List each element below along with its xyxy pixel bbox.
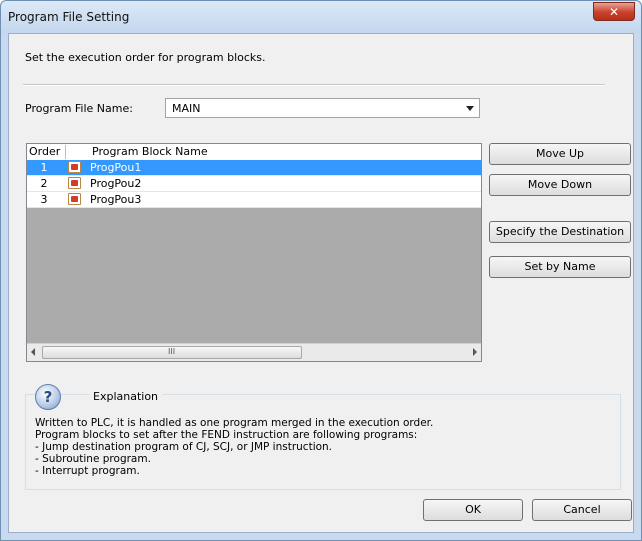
program-block-list[interactable]: Order Program Block Name 1 ProgPou1 2 Pr… [26,143,482,362]
column-header-order[interactable]: Order [29,145,66,159]
program-file-setting-dialog: Program File Setting ✕ Set the execution… [0,0,642,541]
horizontal-scrollbar[interactable]: III [27,343,481,361]
explanation-line: - Subroutine program. [35,453,151,465]
row-order: 3 [40,193,48,206]
row-name: ProgPou3 [90,193,142,206]
list-row-3[interactable]: 3 ProgPou3 [27,192,481,208]
explanation-text: Written to PLC, it is handled as one pro… [35,417,595,477]
list-row-1[interactable]: 1 ProgPou1 [27,160,481,176]
scroll-thumb[interactable]: III [42,346,302,359]
row-name: ProgPou1 [90,161,142,174]
set-by-name-button[interactable]: Set by Name [489,256,631,278]
program-file-name-label: Program File Name: [25,102,133,115]
close-icon: ✕ [608,5,620,19]
row-order: 2 [40,177,48,190]
move-down-button[interactable]: Move Down [489,174,631,196]
program-block-icon [68,177,81,189]
chevron-down-icon [466,106,474,111]
explanation-title: Explanation [89,390,163,403]
window-title: Program File Setting [8,10,130,24]
program-block-icon [68,161,81,173]
program-file-name-select[interactable]: MAIN [165,98,480,118]
scroll-grip: III [168,347,176,356]
row-name: ProgPou2 [90,177,142,190]
cancel-button[interactable]: Cancel [532,499,632,521]
title-bar: Program File Setting ✕ [1,1,641,33]
ok-button[interactable]: OK [423,499,523,521]
row-order: 1 [40,161,48,174]
scroll-left-arrow-icon[interactable] [31,348,35,356]
column-header-program-block-name[interactable]: Program Block Name [92,145,208,158]
description-text: Set the execution order for program bloc… [25,51,266,64]
explanation-panel: ? Explanation Written to PLC, it is hand… [25,384,621,490]
explanation-line: - Jump destination program of CJ, SCJ, o… [35,441,333,453]
list-header: Order Program Block Name [27,144,481,161]
specify-destination-button[interactable]: Specify the Destination [489,221,631,243]
question-icon: ? [35,384,61,410]
dialog-body: Set the execution order for program bloc… [8,33,634,533]
scroll-right-arrow-icon[interactable] [473,348,477,356]
program-file-name-value: MAIN [172,102,201,115]
explanation-line: Program blocks to set after the FEND ins… [35,429,418,441]
list-row-2[interactable]: 2 ProgPou2 [27,176,481,192]
close-button[interactable]: ✕ [593,2,635,21]
move-up-button[interactable]: Move Up [489,143,631,165]
explanation-line: Written to PLC, it is handled as one pro… [35,417,434,429]
program-block-icon [68,193,81,205]
separator [23,84,605,86]
explanation-line: - Interrupt program. [35,465,140,477]
